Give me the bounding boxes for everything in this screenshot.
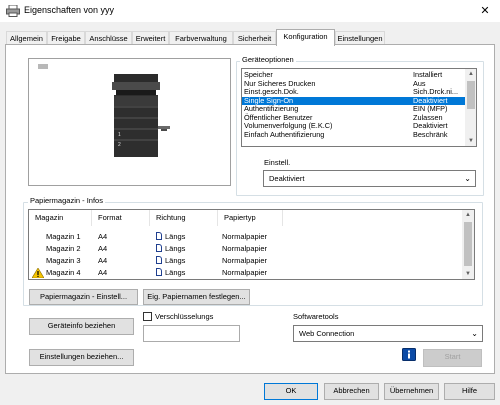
paper-names-button[interactable]: Eig. Papiernamen festlegen... [143,289,250,305]
tab-anschluesse[interactable]: Anschlüsse [85,31,132,45]
paper-tray-table[interactable]: Magazin Format Richtung Papiertyp Magazi… [28,209,475,280]
cell-format: A4 [98,232,108,241]
cell-format: A4 [98,268,108,277]
device-options-list[interactable]: Speicher Installiert Nur Sicheres Drucken… [241,68,477,147]
tab-erweitert[interactable]: Erweitert [132,31,169,45]
table-row[interactable]: Magazin 4 A4 Längs Normalpapier [29,267,462,279]
paper-tray-title: Papiermagazin - Infos [28,196,105,205]
encryption-label: Verschlüsselungs [155,312,214,321]
option-value: Installiert [413,71,443,79]
option-value: Deaktiviert [413,96,448,105]
paper-tray-settings-button[interactable]: Papiermagazin - Einstell... [29,289,138,305]
software-tools-value: Web Connection [299,329,355,338]
device-preview-label [38,64,48,69]
column-header-papiertyp[interactable]: Papiertyp [218,210,283,226]
table-row[interactable]: Magazin 1 A4 Längs Normalpapier [29,231,462,243]
svg-text:1: 1 [118,132,121,138]
chevron-down-icon: ⌄ [464,174,471,183]
printer-image: 1 2 [112,74,170,157]
option-value: Sich.Drck.ni... [413,88,459,96]
tab-sicherheit[interactable]: Sicherheit [233,31,276,45]
cell-type: Normalpapier [222,256,268,265]
option-value: Beschränk [413,130,448,139]
cell-direction: Längs [165,232,186,241]
printer-icon [6,5,20,17]
option-name: Einfach Authentifizierung [244,129,325,139]
document-icon [156,232,162,240]
cell-tray: Magazin 4 [46,268,81,277]
svg-text:2: 2 [118,142,121,148]
document-icon [156,256,162,264]
cell-direction: Längs [165,268,186,277]
table-row[interactable]: Magazin 3 A4 Längs Normalpapier [29,255,462,267]
cell-direction: Längs [165,256,186,265]
apply-button[interactable]: Übernehmen [384,383,439,400]
option-value: Zulassen [413,113,443,122]
option-value: Aus [413,79,426,88]
table-row[interactable]: Magazin 2 A4 Längs Normalpapier [29,243,462,255]
column-header-richtung[interactable]: Richtung [150,210,218,226]
device-info-button[interactable]: Geräteinfo beziehen [29,318,134,335]
setting-value: Deaktiviert [269,174,305,183]
option-row[interactable]: Einfach Authentifizierung Beschränk [242,129,465,140]
software-tools-label: Softwaretools [293,312,339,321]
cancel-button[interactable]: Abbrechen [324,383,379,400]
ok-button[interactable]: OK [264,383,318,400]
close-button[interactable]: ✕ [470,0,500,22]
cell-direction: Längs [165,244,186,253]
start-button[interactable]: Start [423,349,482,367]
cell-type: Normalpapier [222,232,268,241]
cell-type: Normalpapier [222,268,268,277]
setting-dropdown[interactable]: Deaktiviert ⌄ [263,170,476,187]
paper-tray-scrollbar[interactable]: ▲ ▼ [462,210,474,279]
get-settings-button[interactable]: Einstellungen beziehen... [29,349,134,366]
column-header-format[interactable]: Format [92,210,150,226]
encryption-checkbox[interactable] [143,312,152,321]
cell-type: Normalpapier [222,244,268,253]
cell-tray: Magazin 2 [46,244,81,253]
chevron-down-icon: ⌄ [471,329,478,338]
option-value: EIN (MFP) [413,105,448,113]
scroll-down-icon[interactable]: ▼ [465,136,476,146]
help-button[interactable]: Hilfe [444,383,495,400]
cell-format: A4 [98,244,108,253]
scroll-up-icon[interactable]: ▲ [462,210,474,220]
cell-tray: Magazin 3 [46,256,81,265]
window-title: Eigenschaften von yyy [24,5,115,15]
info-icon[interactable] [402,348,416,361]
scroll-up-icon[interactable]: ▲ [465,69,476,79]
warning-icon [31,267,45,279]
cell-tray: Magazin 1 [46,232,81,241]
tab-freigabe[interactable]: Freigabe [47,31,85,45]
close-icon: ✕ [480,5,490,17]
scroll-thumb[interactable] [464,222,472,266]
tab-einstellungen[interactable]: Einstellungen [335,31,385,45]
cell-format: A4 [98,256,108,265]
software-tools-dropdown[interactable]: Web Connection ⌄ [293,325,483,342]
document-icon [156,268,162,276]
encryption-input[interactable] [143,325,240,342]
tab-konfiguration[interactable]: Konfiguration [276,29,335,46]
document-icon [156,244,162,252]
option-value: Deaktiviert [413,122,448,130]
tab-farbverwaltung[interactable]: Farbverwaltung [169,31,233,45]
scroll-down-icon[interactable]: ▼ [462,269,474,279]
device-options-title: Geräteoptionen [240,55,296,64]
setting-label: Einstell. [264,158,291,167]
scroll-thumb[interactable] [467,81,475,109]
tab-allgemein[interactable]: Allgemein [6,31,47,45]
options-scrollbar[interactable]: ▲ ▼ [465,69,476,146]
column-header-magazin[interactable]: Magazin [29,210,92,226]
